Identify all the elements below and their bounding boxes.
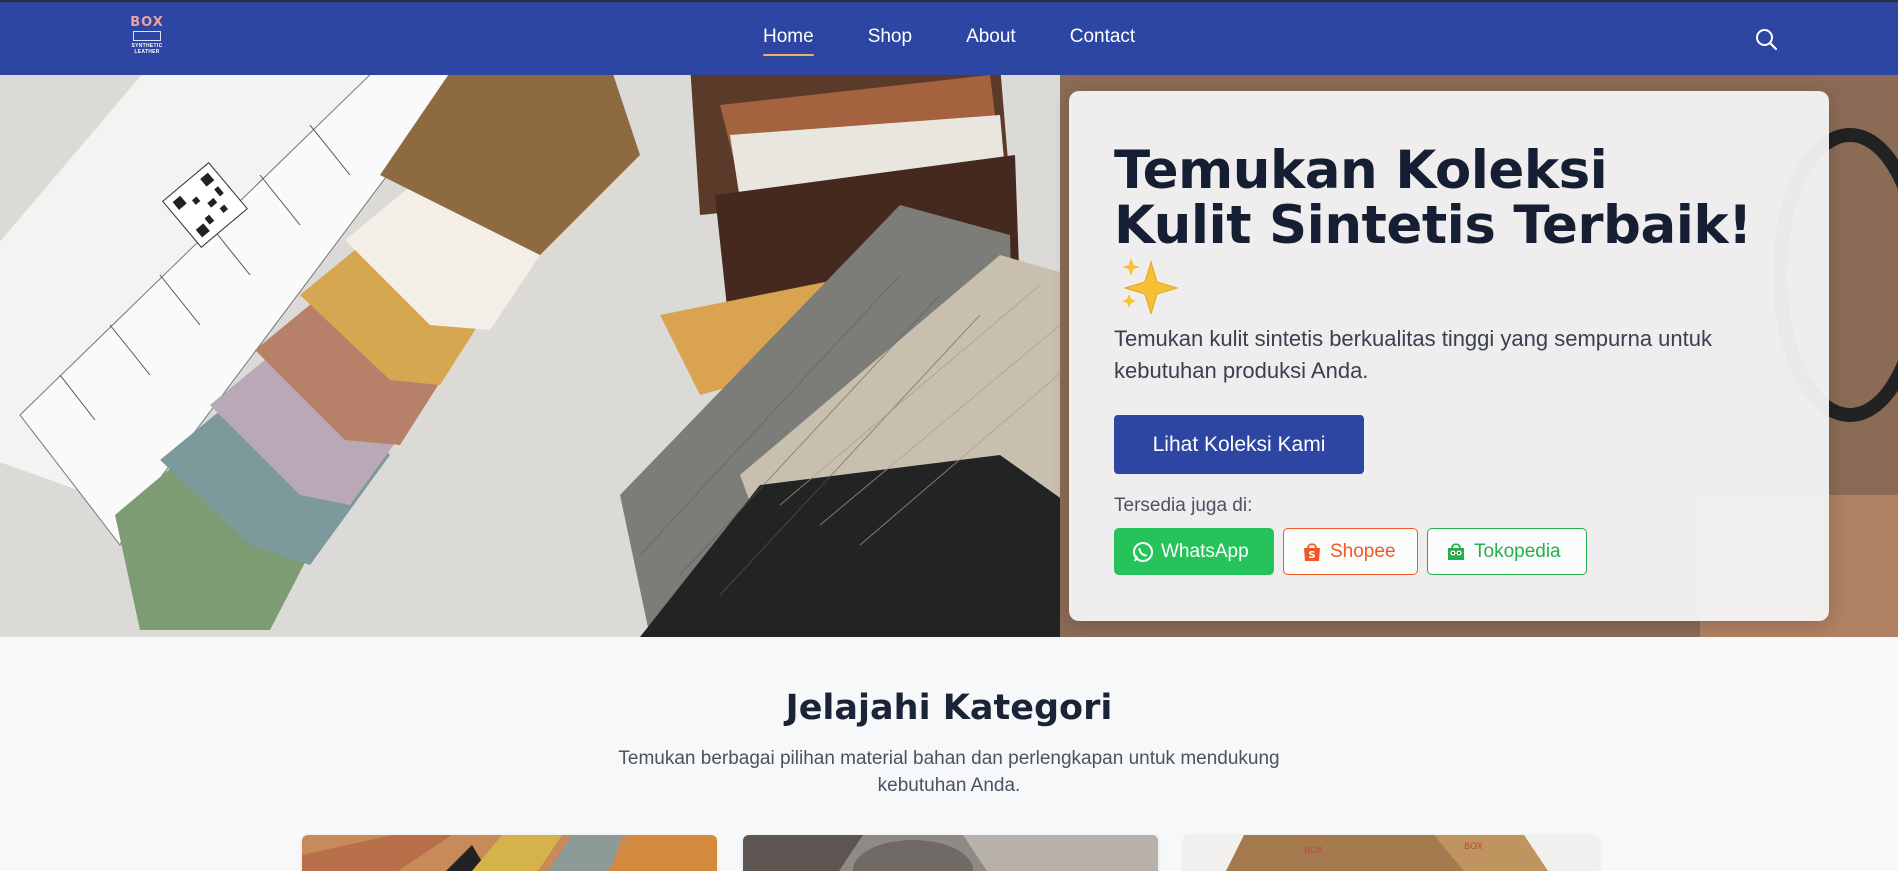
category-card-1-image <box>302 835 717 871</box>
nav-link-contact[interactable]: Contact <box>1070 2 1135 75</box>
category-cards: BOX BOX <box>302 835 1599 871</box>
hero-title: Temukan Koleksi Kulit Sintetis Terbaik! <box>1114 143 1774 253</box>
whatsapp-icon <box>1132 541 1154 563</box>
navbar: BOX SYNTHETIC LEATHER Home Shop About Co… <box>0 0 1898 75</box>
category-card-2-image <box>743 835 1158 871</box>
logo-word: BOX <box>130 15 164 30</box>
shopee-button[interactable]: S Shopee <box>1283 528 1418 575</box>
hero-subtitle: Temukan kulit sintetis berkualitas tingg… <box>1114 326 1712 383</box>
tokopedia-button[interactable]: Tokopedia <box>1427 528 1587 575</box>
hero-title-line-1: Temukan Koleksi <box>1114 140 1608 201</box>
hero-title-line-2: Kulit Sintetis Terbaik! <box>1114 195 1752 256</box>
search-icon[interactable] <box>1754 27 1778 51</box>
hero-section: Temukan Koleksi Kulit Sintetis Terbaik! … <box>0 75 1898 637</box>
logo-box-shape <box>133 31 161 41</box>
category-section-title: Jelajahi Kategori <box>785 688 1113 728</box>
shopee-bag-icon: S <box>1301 541 1323 563</box>
nav-link-about[interactable]: About <box>966 2 1016 75</box>
shopee-label: Shopee <box>1330 540 1396 562</box>
logo-tagline-2: LEATHER <box>134 49 160 55</box>
svg-text:BOX: BOX <box>1464 842 1483 852</box>
whatsapp-label: WhatsApp <box>1161 540 1249 562</box>
main-nav: Home Shop About Contact <box>763 2 1135 75</box>
store-links: WhatsApp S Shopee Tokopedia <box>1114 528 1596 575</box>
category-card-3[interactable]: BOX BOX <box>1184 835 1599 871</box>
nav-link-home[interactable]: Home <box>763 2 814 75</box>
tokopedia-label: Tokopedia <box>1474 540 1561 562</box>
whatsapp-button[interactable]: WhatsApp <box>1114 528 1274 575</box>
view-collection-button[interactable]: Lihat Koleksi Kami <box>1114 415 1364 474</box>
nav-link-shop[interactable]: Shop <box>868 2 912 75</box>
category-card-3-image: BOX BOX <box>1184 835 1599 871</box>
svg-text:BOX: BOX <box>1304 846 1323 856</box>
svg-text:S: S <box>1308 550 1315 561</box>
category-card-1[interactable] <box>302 835 717 871</box>
category-card-2[interactable] <box>743 835 1158 871</box>
tokopedia-icon <box>1445 541 1467 563</box>
available-on-label: Tersedia juga di: <box>1114 495 1253 516</box>
brand-logo[interactable]: BOX SYNTHETIC LEATHER <box>126 16 168 62</box>
hero-card: Temukan Koleksi Kulit Sintetis Terbaik! … <box>1069 91 1829 621</box>
category-section-subtitle: Temukan berbagai pilihan material bahan … <box>618 748 1280 796</box>
sparkles-icon <box>1119 256 1179 316</box>
